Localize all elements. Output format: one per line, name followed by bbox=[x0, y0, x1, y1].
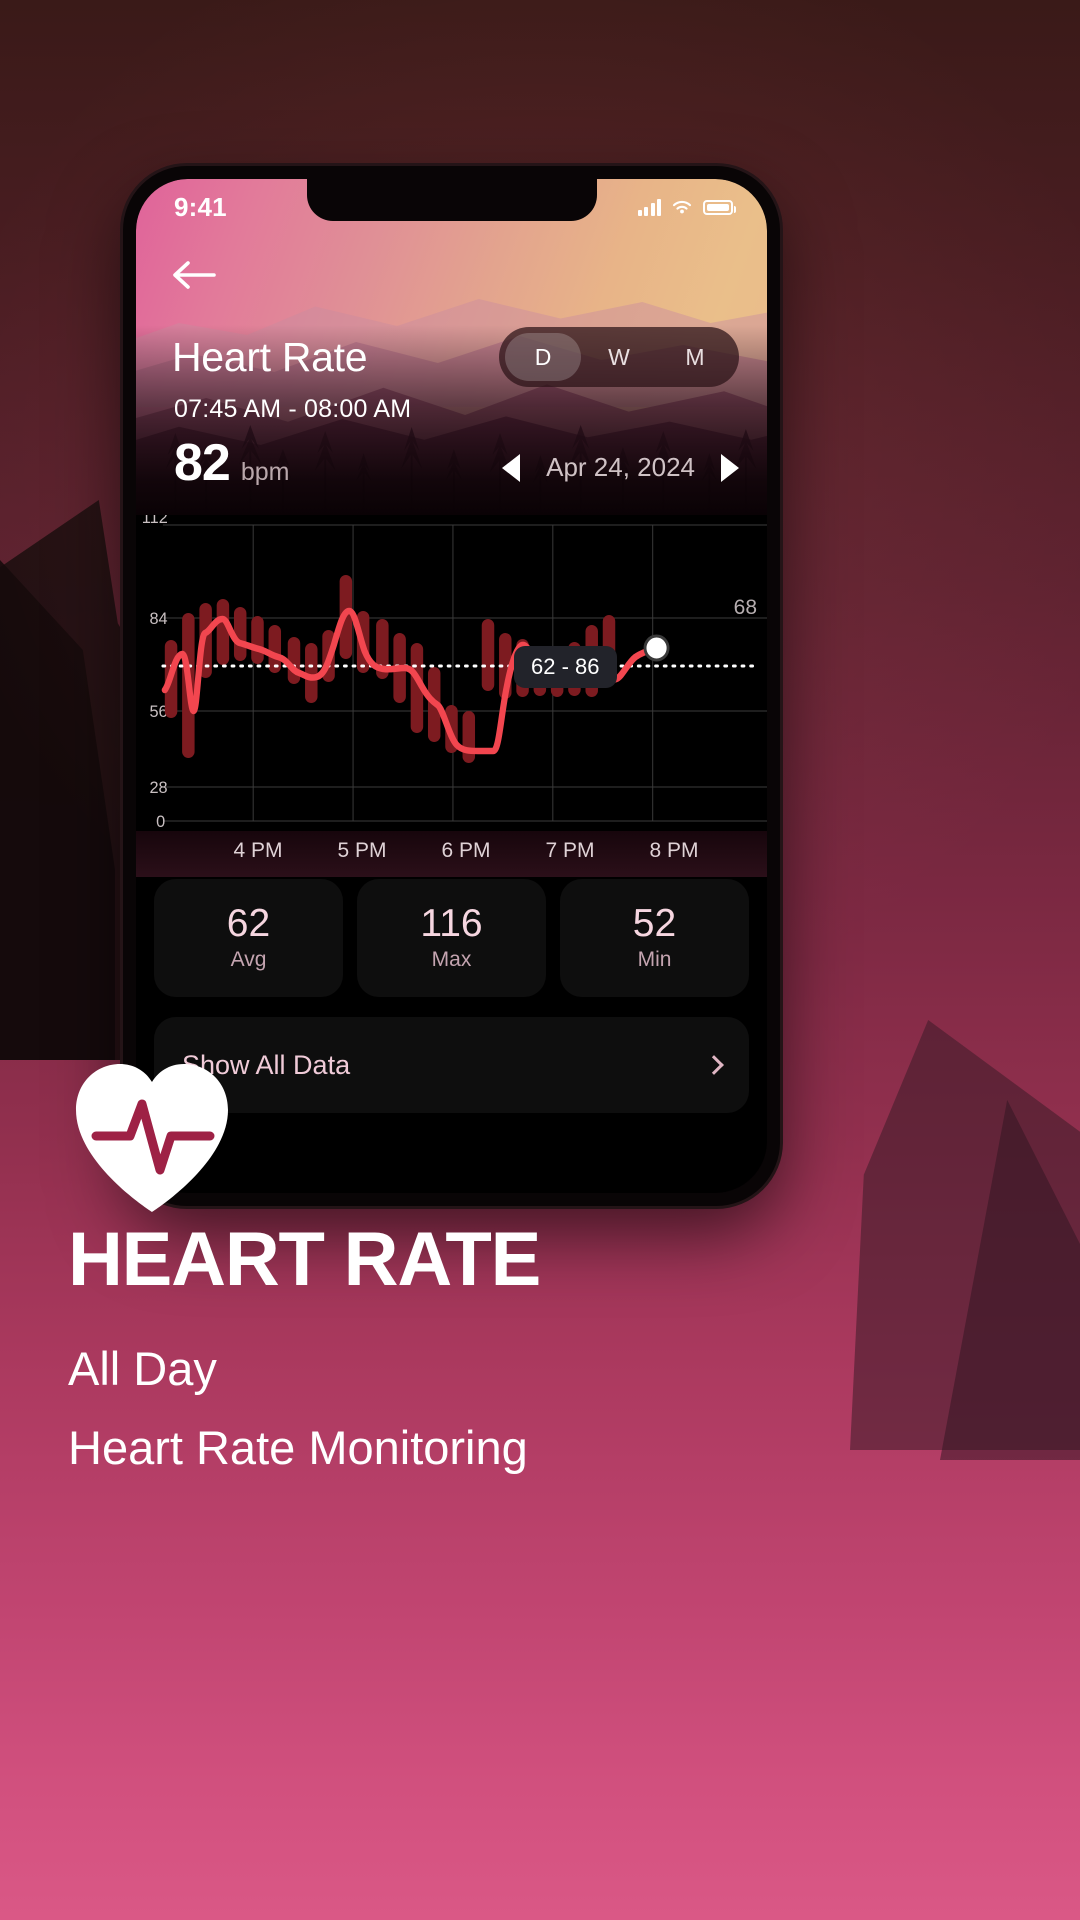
bpm-unit: bpm bbox=[240, 458, 290, 486]
chart-canvas: 112 84 56 28 0 bbox=[142, 515, 767, 831]
battery-icon bbox=[703, 199, 736, 215]
stat-value-avg: 62 bbox=[226, 902, 271, 946]
xtick-4pm: 4 PM bbox=[233, 839, 283, 862]
bpm-readout: 82 bpm bbox=[174, 437, 289, 489]
stat-card-min[interactable]: 52 Min bbox=[560, 879, 749, 997]
xtick-8pm: 8 PM bbox=[649, 839, 699, 862]
back-arrow-icon bbox=[173, 261, 216, 289]
stat-label-max: Max bbox=[431, 947, 472, 971]
range-segmented-control[interactable]: D W M bbox=[499, 327, 739, 387]
ytick-84: 84 bbox=[149, 609, 167, 628]
xtick-6pm: 6 PM bbox=[441, 839, 491, 862]
show-all-data-row[interactable]: Show All Data bbox=[154, 1017, 749, 1113]
stat-card-max[interactable]: 116 Max bbox=[357, 879, 546, 997]
stat-value-max: 116 bbox=[420, 902, 483, 946]
marketing-subtitle-line1: All Day bbox=[68, 1342, 217, 1395]
stat-label-avg: Avg bbox=[230, 947, 267, 971]
back-button[interactable] bbox=[170, 255, 222, 295]
chart-threshold-label: 68 bbox=[733, 596, 757, 619]
xtick-7pm: 7 PM bbox=[545, 839, 595, 862]
chevron-right-icon bbox=[704, 1055, 724, 1075]
segment-day[interactable]: D bbox=[505, 333, 581, 381]
stat-cards: 62 Avg 116 Max 52 Min bbox=[154, 879, 749, 997]
stat-card-avg[interactable]: 62 Avg bbox=[154, 879, 343, 997]
page-title: Heart Rate bbox=[172, 333, 368, 380]
current-date-label: Apr 24, 2024 bbox=[546, 452, 695, 482]
chart-y-labels: 112 84 56 28 0 bbox=[142, 515, 168, 831]
ytick-112: 112 bbox=[142, 515, 168, 527]
signal-bars-icon bbox=[637, 198, 661, 216]
stat-label-min: Min bbox=[637, 947, 672, 971]
bpm-value: 82 bbox=[174, 434, 231, 492]
ytick-28: 28 bbox=[149, 778, 167, 797]
date-navigator: Apr 24, 2024 bbox=[502, 452, 739, 489]
heart-rate-chart[interactable]: 112 84 56 28 0 68 62 - 86 bbox=[136, 515, 767, 831]
right-triangle-icon[interactable] bbox=[721, 453, 739, 482]
chart-selected-marker bbox=[643, 634, 670, 662]
title-row: Heart Rate D W M bbox=[172, 327, 739, 387]
stat-value-min: 52 bbox=[632, 902, 677, 946]
status-icons bbox=[637, 198, 736, 216]
status-time: 9:41 bbox=[174, 191, 227, 222]
value-row: 82 bpm Apr 24, 2024 bbox=[174, 437, 739, 489]
marketing-subtitle-line2: Heart Rate Monitoring bbox=[68, 1421, 528, 1474]
ytick-0: 0 bbox=[156, 812, 165, 831]
phone-mockup: 9:41 Heart Rate D W M 07:45 AM - 08:00 A… bbox=[123, 166, 780, 1206]
chart-gridlines bbox=[162, 524, 767, 822]
heart-pulse-icon bbox=[76, 1064, 228, 1212]
status-bar: 9:41 bbox=[136, 179, 767, 235]
xtick-5pm: 5 PM bbox=[337, 839, 387, 862]
time-range-label: 07:45 AM - 08:00 AM bbox=[174, 395, 412, 423]
segment-month[interactable]: M bbox=[657, 333, 733, 381]
left-triangle-icon[interactable] bbox=[502, 453, 521, 482]
phone-screen: 9:41 Heart Rate D W M 07:45 AM - 08:00 A… bbox=[136, 179, 767, 1193]
marketing-headline: HEART RATE bbox=[68, 1217, 541, 1302]
wifi-icon bbox=[672, 200, 692, 214]
chart-tooltip: 62 - 86 bbox=[514, 646, 617, 688]
segment-week[interactable]: W bbox=[581, 333, 657, 381]
chart-x-axis: 4 PM 5 PM 6 PM 7 PM 8 PM bbox=[136, 831, 767, 877]
